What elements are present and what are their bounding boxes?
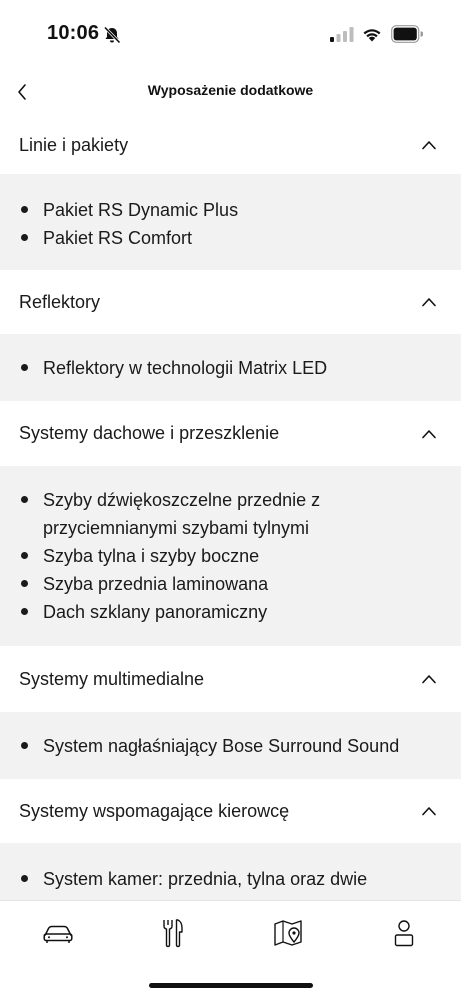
list-item: Szyba tylna i szyby boczne bbox=[19, 542, 437, 570]
home-indicator bbox=[149, 983, 313, 988]
bell-muted-icon bbox=[103, 26, 121, 44]
section-body: System nagłaśniający Bose Surround Sound bbox=[0, 712, 461, 779]
list-item: Dach szklany panoramiczny bbox=[19, 598, 437, 626]
equipment-list[interactable]: Linie i pakiety Pakiet RS Dynamic Plus P… bbox=[0, 116, 461, 900]
list-item: Szyba przednia laminowana bbox=[19, 570, 437, 598]
section-header-lines-packages[interactable]: Linie i pakiety bbox=[0, 116, 461, 174]
car-icon bbox=[43, 925, 73, 943]
list-item: System kamer: przednia, tylna oraz dwie bbox=[19, 865, 437, 893]
wifi-icon bbox=[363, 29, 381, 42]
section-header-roof-glazing[interactable]: Systemy dachowe i przeszklenie bbox=[0, 401, 461, 466]
nav-header: Wyposażenie dodatkowe bbox=[0, 66, 461, 116]
status-time: 10:06 bbox=[47, 22, 100, 44]
section-header-driver-assistance[interactable]: Systemy wspomagające kierowcę bbox=[0, 779, 461, 843]
list-item: Reflektory w technologii Matrix LED bbox=[19, 354, 437, 382]
tab-profile[interactable] bbox=[384, 915, 424, 951]
chevron-up-icon[interactable] bbox=[421, 297, 437, 307]
section-title: Systemy dachowe i przeszklenie bbox=[19, 423, 280, 443]
service-tools-icon bbox=[163, 919, 183, 948]
map-pin-icon bbox=[274, 920, 302, 946]
section-title: Linie i pakiety bbox=[19, 134, 129, 155]
chevron-up-icon[interactable] bbox=[421, 429, 437, 439]
tab-map[interactable] bbox=[268, 915, 308, 951]
section-header-headlights[interactable]: Reflektory bbox=[0, 270, 461, 334]
section-header-multimedia[interactable]: Systemy multimedialne bbox=[0, 646, 461, 712]
list-item: Szyby dźwiękoszczelne przednie z przycie… bbox=[19, 486, 437, 542]
section-title: Systemy wspomagające kierowcę bbox=[19, 800, 290, 821]
chevron-up-icon[interactable] bbox=[421, 674, 437, 684]
section-body: Szyby dźwiękoszczelne przednie z przycie… bbox=[0, 466, 461, 646]
chevron-up-icon[interactable] bbox=[421, 806, 437, 816]
list-item: Pakiet RS Comfort bbox=[19, 224, 437, 252]
battery-icon bbox=[391, 25, 423, 43]
section-title: Systemy multimedialne bbox=[19, 668, 205, 689]
list-item: System nagłaśniający Bose Surround Sound bbox=[19, 732, 437, 760]
profile-icon bbox=[394, 920, 414, 947]
status-bar: 10:06 bbox=[0, 0, 461, 66]
chevron-up-icon[interactable] bbox=[421, 140, 437, 150]
section-body: System kamer: przednia, tylna oraz dwie bbox=[0, 843, 461, 900]
section-body: Pakiet RS Dynamic Plus Pakiet RS Comfort bbox=[0, 174, 461, 270]
section-body: Reflektory w technologii Matrix LED bbox=[0, 334, 461, 401]
tab-service[interactable] bbox=[152, 915, 192, 951]
tab-car[interactable] bbox=[38, 915, 78, 951]
signal-icon bbox=[330, 27, 354, 42]
section-title: Reflektory bbox=[19, 291, 101, 312]
list-item: Pakiet RS Dynamic Plus bbox=[19, 196, 437, 224]
page-title: Wyposażenie dodatkowe bbox=[147, 82, 314, 98]
